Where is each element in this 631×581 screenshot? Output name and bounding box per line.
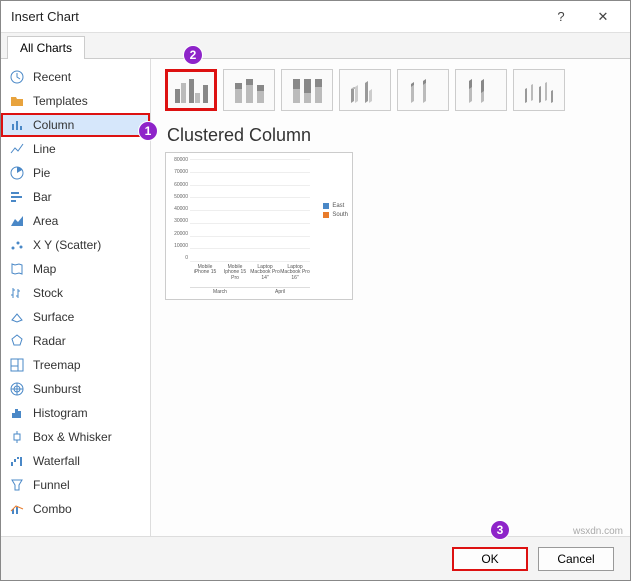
sidebar-item-column[interactable]: Column xyxy=(1,113,150,137)
sidebar-item-waterfall[interactable]: Waterfall xyxy=(1,449,150,473)
sidebar-item-treemap[interactable]: Treemap xyxy=(1,353,150,377)
callout-1: 1 xyxy=(138,121,158,141)
sidebar-item-label: X Y (Scatter) xyxy=(33,238,101,252)
scatter-icon xyxy=(9,237,25,253)
sidebar-item-label: Recent xyxy=(33,70,71,84)
close-button[interactable]: ✕ xyxy=(582,3,624,31)
subtype-100-stacked-column[interactable] xyxy=(281,69,333,111)
sidebar-item-scatter[interactable]: X Y (Scatter) xyxy=(1,233,150,257)
sidebar-item-bar[interactable]: Bar xyxy=(1,185,150,209)
sidebar-item-map[interactable]: Map xyxy=(1,257,150,281)
chart-y-axis-labels: 80000 70000 60000 50000 40000 30000 2000… xyxy=(168,157,188,261)
ok-button[interactable]: OK xyxy=(452,547,528,571)
histogram-icon xyxy=(9,405,25,421)
dialog-body: Recent Templates Column Line Pie Bar Are… xyxy=(1,59,630,536)
help-button[interactable]: ? xyxy=(540,3,582,31)
titlebar: Insert Chart ? ✕ xyxy=(1,1,630,33)
recent-icon xyxy=(9,69,25,85)
combo-icon xyxy=(9,501,25,517)
sidebar-item-label: Map xyxy=(33,262,56,276)
sidebar-item-label: Box & Whisker xyxy=(33,430,112,444)
sidebar-item-label: Histogram xyxy=(33,406,88,420)
sidebar-item-label: Sunburst xyxy=(33,382,81,396)
treemap-icon xyxy=(9,357,25,373)
sidebar-item-label: Waterfall xyxy=(33,454,80,468)
sidebar-item-funnel[interactable]: Funnel xyxy=(1,473,150,497)
callout-2: 2 xyxy=(183,45,203,65)
chart-x-categories: March April xyxy=(190,287,310,295)
sidebar-item-label: Surface xyxy=(33,310,74,324)
sidebar-item-label: Radar xyxy=(33,334,66,348)
sidebar-item-sunburst[interactable]: Sunburst xyxy=(1,377,150,401)
dialog-title: Insert Chart xyxy=(11,9,540,24)
sidebar-item-box-whisker[interactable]: Box & Whisker xyxy=(1,425,150,449)
column-icon xyxy=(9,117,25,133)
line-icon xyxy=(9,141,25,157)
sidebar-item-line[interactable]: Line xyxy=(1,137,150,161)
funnel-icon xyxy=(9,477,25,493)
subtype-stacked-column[interactable] xyxy=(223,69,275,111)
dialog-footer: OK Cancel xyxy=(1,536,630,580)
area-icon xyxy=(9,213,25,229)
tab-strip: All Charts xyxy=(1,33,630,59)
sidebar-item-label: Treemap xyxy=(33,358,81,372)
chart-plot-area xyxy=(190,159,310,261)
sidebar-item-radar[interactable]: Radar xyxy=(1,329,150,353)
sidebar-item-pie[interactable]: Pie xyxy=(1,161,150,185)
folder-icon xyxy=(9,93,25,109)
chart-subtype-title: Clustered Column xyxy=(167,125,616,146)
surface-icon xyxy=(9,309,25,325)
sidebar-item-label: Stock xyxy=(33,286,63,300)
insert-chart-dialog: Insert Chart ? ✕ All Charts Recent Templ… xyxy=(0,0,631,581)
map-icon xyxy=(9,261,25,277)
subtype-3d-stacked-column[interactable] xyxy=(397,69,449,111)
stock-icon xyxy=(9,285,25,301)
chart-preview[interactable]: 80000 70000 60000 50000 40000 30000 2000… xyxy=(165,152,353,300)
sidebar-item-stock[interactable]: Stock xyxy=(1,281,150,305)
subtype-3d-100-stacked-column[interactable] xyxy=(455,69,507,111)
chart-subtype-row xyxy=(165,69,616,111)
sidebar-item-label: Area xyxy=(33,214,58,228)
sidebar-item-combo[interactable]: Combo xyxy=(1,497,150,521)
tab-all-charts[interactable]: All Charts xyxy=(7,36,85,59)
sidebar-item-recent[interactable]: Recent xyxy=(1,65,150,89)
sidebar-item-label: Templates xyxy=(33,94,88,108)
sidebar-item-label: Funnel xyxy=(33,478,70,492)
sidebar-item-label: Combo xyxy=(33,502,72,516)
radar-icon xyxy=(9,333,25,349)
sidebar-item-label: Column xyxy=(33,118,74,132)
chart-bars xyxy=(190,159,310,261)
sidebar-item-label: Pie xyxy=(33,166,50,180)
subtype-3d-column[interactable] xyxy=(513,69,565,111)
sunburst-icon xyxy=(9,381,25,397)
bar-icon xyxy=(9,189,25,205)
pie-icon xyxy=(9,165,25,181)
sidebar-item-histogram[interactable]: Histogram xyxy=(1,401,150,425)
sidebar-item-area[interactable]: Area xyxy=(1,209,150,233)
box-icon xyxy=(9,429,25,445)
chart-x-axis-labels: Mobile iPhone 15 Mobile Iphone 15 Pro La… xyxy=(190,265,310,282)
waterfall-icon xyxy=(9,453,25,469)
sidebar-item-surface[interactable]: Surface xyxy=(1,305,150,329)
chart-content-pane: Clustered Column 80000 70000 60000 50000… xyxy=(151,59,630,536)
sidebar-item-label: Line xyxy=(33,142,56,156)
subtype-clustered-column[interactable] xyxy=(165,69,217,111)
chart-legend: East South xyxy=(323,203,348,221)
chart-type-sidebar: Recent Templates Column Line Pie Bar Are… xyxy=(1,59,151,536)
watermark: wsxdn.com xyxy=(573,526,623,537)
callout-3: 3 xyxy=(490,520,510,540)
sidebar-item-templates[interactable]: Templates xyxy=(1,89,150,113)
cancel-button[interactable]: Cancel xyxy=(538,547,614,571)
subtype-3d-clustered-column[interactable] xyxy=(339,69,391,111)
sidebar-item-label: Bar xyxy=(33,190,52,204)
